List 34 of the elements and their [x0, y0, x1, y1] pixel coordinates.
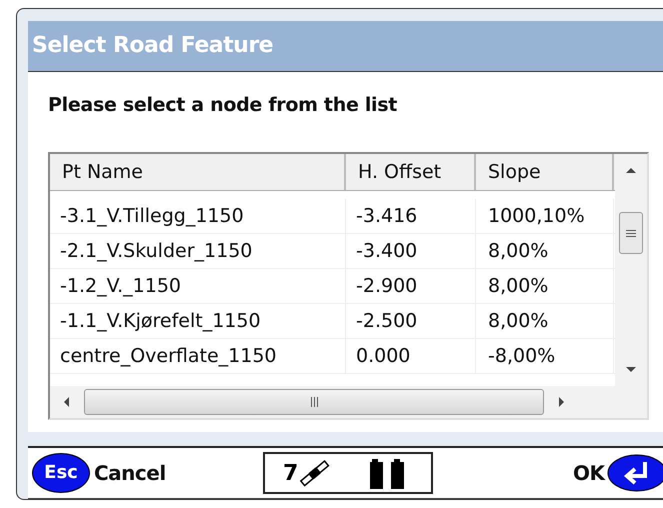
window-title: Select Road Feature	[28, 21, 663, 72]
scroll-thumb[interactable]	[619, 212, 643, 254]
scroll-down-icon[interactable]	[625, 366, 637, 374]
scroll-up-icon[interactable]	[625, 166, 637, 174]
table-cell: -3.400	[346, 234, 476, 268]
esc-key[interactable]: Esc	[32, 453, 90, 493]
instruction-text: Please select a node from the list	[48, 94, 398, 116]
column-header[interactable]: Pt Name	[50, 154, 346, 190]
table-cell: 0.000	[346, 339, 476, 373]
table-cell: -2.900	[346, 269, 476, 303]
table-cell: -1.2_V._1150	[50, 269, 346, 303]
table-cell: 8,00%	[476, 304, 614, 338]
table-cell: -2.500	[346, 304, 476, 338]
enter-key-icon[interactable]	[606, 454, 663, 492]
table-cell: 1000,10%	[476, 199, 614, 233]
satellite-icon	[298, 457, 332, 489]
scroll-left-icon[interactable]	[62, 396, 70, 408]
scroll-right-icon[interactable]	[558, 396, 566, 408]
cancel-button[interactable]: Cancel	[94, 461, 166, 485]
table-cell: 8,00%	[476, 234, 614, 268]
table-cell: -8,00%	[476, 339, 614, 373]
table-cell: -1.1_V.Kjørefelt_1150	[50, 304, 346, 338]
ok-button[interactable]: OK	[573, 461, 604, 485]
battery-icon	[368, 456, 406, 490]
horizontal-scrollbar[interactable]	[50, 386, 647, 418]
vertical-scrollbar[interactable]	[615, 154, 647, 386]
scroll-thumb[interactable]	[84, 389, 544, 415]
table-cell: centre_Overflate_1150	[50, 339, 346, 373]
table-cell: -2.1_V.Skulder_1150	[50, 234, 346, 268]
satellite-count: 7	[283, 460, 298, 486]
table-cell: 8,00%	[476, 269, 614, 303]
table-cell: -3.1_V.Tillegg_1150	[50, 199, 346, 233]
table-cell: -3.416	[346, 199, 476, 233]
column-header[interactable]: H. Offset	[346, 154, 476, 190]
